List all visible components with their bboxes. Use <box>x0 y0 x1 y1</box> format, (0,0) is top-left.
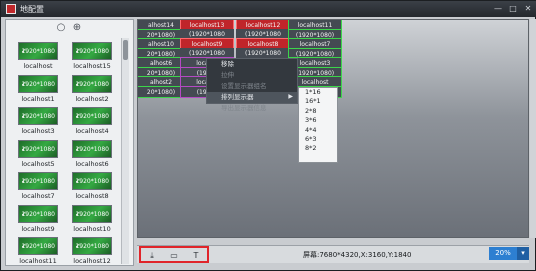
source-thumbnail[interactable]: 1920*1080 <box>18 139 58 158</box>
main-window: 地配置 — □ ✕ ○ ⊕ 1920*1080localhost1920*108… <box>0 0 536 271</box>
bottom-toolbar: ⤓ ▭ T 屏幕:7680*4320,X:3160,Y:1840 <box>137 245 529 263</box>
menu-item-set-group-name[interactable]: 设置显示器组名 <box>207 81 297 92</box>
refresh-icon[interactable]: ○ <box>55 22 67 34</box>
source-item[interactable]: 1920*1080localhost5 <box>12 139 64 168</box>
source-label: localhost6 <box>75 159 109 168</box>
source-label: localhost5 <box>21 159 55 168</box>
source-label: localhost7 <box>21 192 55 200</box>
tool-button-group: ⤓ ▭ T <box>139 246 209 263</box>
zoom-level[interactable]: 20% <box>489 247 517 260</box>
screen-resolution-status: 屏幕:7680*4320,X:3160,Y:1840 <box>303 251 412 259</box>
wall-scrollbar[interactable] <box>530 19 536 238</box>
scrollbar-thumb[interactable] <box>123 40 128 60</box>
download-icon[interactable]: ⤓ <box>145 250 159 261</box>
source-label: localhost8 <box>75 192 109 200</box>
zoom-dropdown-icon[interactable]: ▾ <box>517 247 529 260</box>
source-thumbnail[interactable]: 1920*1080 <box>72 107 112 125</box>
source-item[interactable]: 1920*1080 localhost4 <box>66 107 118 135</box>
source-label: localhost12 <box>73 257 111 265</box>
source-item[interactable]: 1920*1080localhost2 <box>66 74 118 103</box>
submenu-arrow-icon: ▶ <box>288 93 293 100</box>
source-label: localhost1 <box>21 94 55 103</box>
submenu-item[interactable]: 8*2 <box>299 144 337 153</box>
source-thumbnail[interactable]: 1920*1080 <box>72 237 112 255</box>
source-label: localhost11 <box>19 257 57 265</box>
submenu-item[interactable]: 6*3 <box>299 135 337 144</box>
source-thumbnail[interactable]: 1920*1080 <box>72 204 112 223</box>
source-thumbnail[interactable]: 1920*1080 <box>18 237 58 255</box>
minimize-button[interactable]: — <box>491 4 505 14</box>
source-label: localhost3 <box>21 127 55 135</box>
source-thumbnail[interactable]: 1920*1080 <box>72 42 112 60</box>
menu-item-remove[interactable]: 移除 <box>207 59 297 70</box>
source-item[interactable]: 1920*1080localhost9 <box>12 204 64 233</box>
arrange-submenu: 1*16 16*1 2*8 3*6 4*4 6*3 8*2 <box>298 87 338 163</box>
source-item[interactable]: 1920*1080 localhost12 <box>66 237 118 265</box>
menu-item-stretch[interactable]: 拉伸 <box>207 70 297 81</box>
submenu-item[interactable]: 1*16 <box>299 88 337 97</box>
source-item[interactable]: 1920*1080 localhost8 <box>66 172 118 200</box>
source-thumbnail[interactable]: 1920*1080 <box>72 139 112 158</box>
menu-item-export[interactable]: 导出显示器信息 <box>207 103 297 114</box>
maximize-button[interactable]: □ <box>506 4 520 14</box>
source-panel: ○ ⊕ 1920*1080localhost1920*1080localhost… <box>5 19 134 266</box>
source-item[interactable]: 1920*1080 localhost15 <box>66 42 118 70</box>
submenu-item[interactable]: 16*1 <box>299 97 337 106</box>
submenu-item[interactable]: 3*6 <box>299 116 337 125</box>
source-item[interactable]: 1920*1080localhost1 <box>12 74 64 103</box>
close-button[interactable]: ✕ <box>521 4 535 14</box>
source-label: localhost <box>23 62 53 70</box>
source-item[interactable]: 1920*1080 localhost3 <box>12 107 64 135</box>
submenu-item[interactable]: 2*8 <box>299 107 337 116</box>
source-item[interactable]: 1920*1080 localhost7 <box>12 172 64 200</box>
window-title: 地配置 <box>20 5 44 14</box>
source-thumbnail[interactable]: 1920*1080 <box>18 42 58 60</box>
menu-item-arrange[interactable]: 排列显示器 <box>207 92 297 103</box>
source-label: localhost10 <box>73 224 111 233</box>
submenu-item[interactable]: 4*4 <box>299 126 337 135</box>
add-icon[interactable]: ⊕ <box>71 22 83 34</box>
app-icon <box>6 4 16 14</box>
source-scrollbar[interactable] <box>121 38 129 264</box>
source-item[interactable]: 1920*1080localhost10 <box>66 204 118 233</box>
source-label: localhost4 <box>75 127 109 135</box>
source-item[interactable]: 1920*1080 localhost11 <box>12 237 64 265</box>
context-menu: 移除 拉伸 设置显示器组名 排列显示器 导出显示器信息 ▶ <box>206 58 298 112</box>
source-toolbar: ○ ⊕ <box>6 20 133 38</box>
source-thumbnail[interactable]: 1920*1080 <box>18 107 58 125</box>
text-icon[interactable]: T <box>189 250 203 261</box>
source-label: localhost15 <box>73 62 111 70</box>
source-label: localhost9 <box>21 224 55 233</box>
source-item[interactable]: 1920*1080localhost6 <box>66 139 118 168</box>
source-thumbnail[interactable]: 1920*1080 <box>18 74 58 93</box>
source-label: localhost2 <box>75 94 109 103</box>
save-icon[interactable]: ▭ <box>167 250 181 261</box>
source-thumbnail[interactable]: 1920*1080 <box>18 204 58 223</box>
source-thumbnail[interactable]: 1920*1080 <box>18 172 58 190</box>
title-bar: 地配置 — □ ✕ <box>1 1 536 17</box>
source-thumbnail[interactable]: 1920*1080 <box>72 172 112 190</box>
source-thumbnail[interactable]: 1920*1080 <box>72 74 112 93</box>
source-item[interactable]: 1920*1080 localhost <box>12 42 64 70</box>
